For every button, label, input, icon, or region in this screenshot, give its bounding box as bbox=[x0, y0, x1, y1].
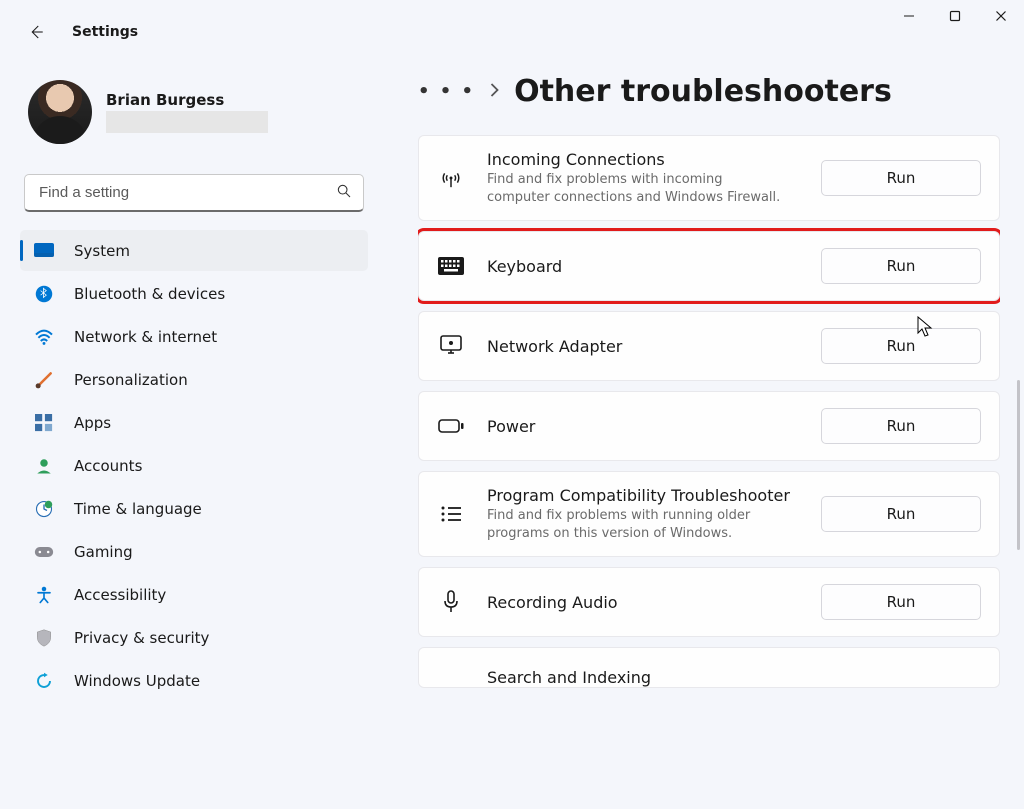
troubleshooter-power: Power Run bbox=[418, 391, 1000, 461]
back-button[interactable] bbox=[20, 16, 52, 48]
nav-item-time[interactable]: Time & language bbox=[20, 488, 368, 529]
run-button[interactable]: Run bbox=[821, 584, 981, 620]
sidebar: Brian Burgess System Bluetooth & devices… bbox=[20, 72, 368, 701]
shield-icon bbox=[34, 628, 54, 648]
run-button[interactable]: Run bbox=[821, 160, 981, 196]
profile-email-redacted bbox=[106, 111, 268, 133]
app-title: Settings bbox=[72, 24, 138, 40]
mic-icon bbox=[437, 590, 465, 614]
troubleshooter-list: Incoming Connections Find and fix proble… bbox=[418, 135, 1000, 688]
system-icon bbox=[34, 241, 54, 261]
nav-item-system[interactable]: System bbox=[20, 230, 368, 271]
card-title: Incoming Connections bbox=[487, 150, 799, 169]
nav-item-gaming[interactable]: Gaming bbox=[20, 531, 368, 572]
list-icon bbox=[437, 505, 465, 523]
troubleshooter-program-compatibility: Program Compatibility Troubleshooter Fin… bbox=[418, 471, 1000, 557]
scrollbar[interactable] bbox=[1017, 380, 1020, 550]
update-icon bbox=[34, 671, 54, 691]
nav-label: Gaming bbox=[74, 543, 133, 561]
minimize-button[interactable] bbox=[886, 0, 932, 32]
page-header: • • • Other troubleshooters bbox=[418, 74, 1000, 109]
card-title: Power bbox=[487, 417, 799, 436]
run-button[interactable]: Run bbox=[821, 408, 981, 444]
antenna-icon bbox=[437, 167, 465, 189]
card-title: Network Adapter bbox=[487, 337, 799, 356]
search-icon bbox=[336, 183, 352, 203]
nav: System Bluetooth & devices Network & int… bbox=[20, 230, 368, 701]
run-button[interactable]: Run bbox=[821, 248, 981, 284]
card-title: Keyboard bbox=[487, 257, 799, 276]
gamepad-icon bbox=[34, 542, 54, 562]
profile-name: Brian Burgess bbox=[106, 91, 268, 109]
nav-item-accounts[interactable]: Accounts bbox=[20, 445, 368, 486]
close-button[interactable] bbox=[978, 0, 1024, 32]
nav-label: Windows Update bbox=[74, 672, 200, 690]
troubleshooter-network-adapter: Network Adapter Run bbox=[418, 311, 1000, 381]
battery-icon bbox=[437, 418, 465, 434]
troubleshooter-incoming-connections: Incoming Connections Find and fix proble… bbox=[418, 135, 1000, 221]
avatar bbox=[28, 80, 92, 144]
profile-block[interactable]: Brian Burgess bbox=[20, 72, 368, 164]
nav-label: Privacy & security bbox=[74, 629, 209, 647]
apps-icon bbox=[34, 413, 54, 433]
nav-item-accessibility[interactable]: Accessibility bbox=[20, 574, 368, 615]
app-header: Settings bbox=[20, 16, 138, 48]
card-desc: Find and fix problems with incoming comp… bbox=[487, 171, 787, 206]
main: • • • Other troubleshooters Incoming Con… bbox=[418, 74, 1000, 809]
search-wrap bbox=[24, 174, 364, 212]
nav-label: System bbox=[74, 242, 130, 260]
breadcrumb-more[interactable]: • • • bbox=[418, 81, 475, 102]
nav-item-personalization[interactable]: Personalization bbox=[20, 359, 368, 400]
accessibility-icon bbox=[34, 585, 54, 605]
wifi-icon bbox=[34, 327, 54, 347]
nav-label: Time & language bbox=[74, 500, 202, 518]
search-input[interactable] bbox=[24, 174, 364, 212]
person-icon bbox=[34, 456, 54, 476]
run-button[interactable]: Run bbox=[821, 328, 981, 364]
run-button[interactable]: Run bbox=[821, 496, 981, 532]
nav-label: Accessibility bbox=[74, 586, 166, 604]
keyboard-icon bbox=[437, 257, 465, 275]
nav-label: Network & internet bbox=[74, 328, 217, 346]
nav-item-network[interactable]: Network & internet bbox=[20, 316, 368, 357]
bluetooth-icon bbox=[34, 284, 54, 304]
troubleshooter-keyboard: Keyboard Run bbox=[418, 231, 1000, 301]
nav-item-bluetooth[interactable]: Bluetooth & devices bbox=[20, 273, 368, 314]
card-title: Recording Audio bbox=[487, 593, 799, 612]
nav-label: Apps bbox=[74, 414, 111, 432]
titlebar bbox=[886, 0, 1024, 48]
clock-icon bbox=[34, 499, 54, 519]
chevron-right-icon bbox=[489, 82, 500, 102]
nav-item-apps[interactable]: Apps bbox=[20, 402, 368, 443]
troubleshooter-search-indexing: Search and Indexing bbox=[418, 647, 1000, 688]
fade-mask bbox=[418, 799, 1000, 809]
nav-item-update[interactable]: Windows Update bbox=[20, 660, 368, 701]
card-title: Search and Indexing bbox=[487, 668, 981, 687]
troubleshooter-recording-audio: Recording Audio Run bbox=[418, 567, 1000, 637]
card-desc: Find and fix problems with running older… bbox=[487, 507, 787, 542]
nav-label: Bluetooth & devices bbox=[74, 285, 225, 303]
nav-item-privacy[interactable]: Privacy & security bbox=[20, 617, 368, 658]
monitor-network-icon bbox=[437, 335, 465, 357]
maximize-button[interactable] bbox=[932, 0, 978, 32]
card-title: Program Compatibility Troubleshooter bbox=[487, 486, 799, 505]
nav-label: Accounts bbox=[74, 457, 142, 475]
brush-icon bbox=[34, 370, 54, 390]
nav-label: Personalization bbox=[74, 371, 188, 389]
page-title: Other troubleshooters bbox=[514, 74, 892, 109]
